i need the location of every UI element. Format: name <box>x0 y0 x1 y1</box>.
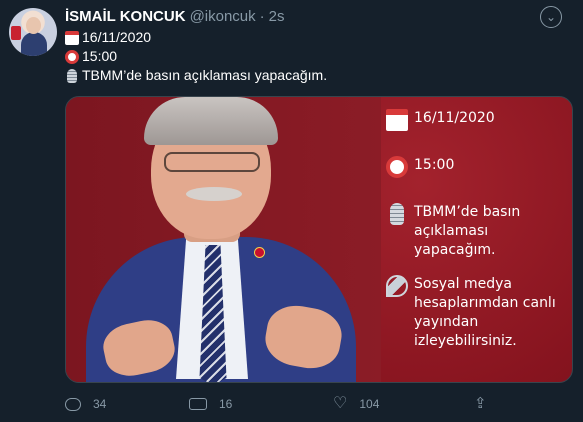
reply-button[interactable]: 34 <box>65 395 106 413</box>
retweet-count: 16 <box>219 397 233 411</box>
author-handle[interactable]: @ikoncuk <box>190 8 256 26</box>
tweet-header: İSMAİL KONCUK @ikoncuk · 2s <box>65 8 285 26</box>
media-date-text: 16/11/2020 <box>414 110 495 126</box>
tweet-card[interactable]: İSMAİL KONCUK @ikoncuk · 2s ⌄ 16/11/2020… <box>0 0 583 422</box>
separator-dot: · <box>259 8 265 25</box>
share-icon: ⇪ <box>474 395 487 412</box>
media-stream-text: Sosyal medya hesaplarımdan canlı yayında… <box>414 276 556 349</box>
microphone-icon <box>67 68 77 83</box>
speaker-glasses <box>164 152 260 172</box>
flag-icon <box>11 26 21 40</box>
avatar-head <box>26 17 41 34</box>
media-time-text: 15:00 <box>414 157 455 173</box>
speaker-hair <box>144 97 278 145</box>
tweet-text: 16/11/2020 15:00 TBMM’de basın açıklamas… <box>65 28 327 85</box>
alarm-clock-icon <box>386 156 408 178</box>
author-display-name[interactable]: İSMAİL KONCUK <box>65 8 186 26</box>
alarm-clock-icon <box>65 49 79 64</box>
tweet-actions: 34 16 ♡ 104 ⇪ <box>65 395 495 413</box>
tweet-line-time: 15:00 <box>65 47 327 66</box>
tweet-time-text: 15:00 <box>82 48 118 64</box>
tweet-line-message: TBMM’de basın açıklaması yapacağım. <box>65 66 327 85</box>
retweet-icon <box>189 398 207 410</box>
media-announcement-list: 16/11/2020 15:00 TBMM’de basın açıklamas… <box>386 97 572 382</box>
like-count: 104 <box>359 397 380 411</box>
calendar-icon <box>386 109 408 131</box>
tweet-media[interactable]: 16/11/2020 15:00 TBMM’de basın açıklamas… <box>65 96 573 383</box>
avatar-body <box>21 32 47 56</box>
speaker-mustache <box>186 187 242 201</box>
media-stream-row: Sosyal medya hesaplarımdan canlı yayında… <box>386 275 572 351</box>
heart-icon: ♡ <box>333 395 348 412</box>
reply-icon <box>65 397 81 411</box>
media-message-row: TBMM’de basın açıklaması yapacağım. <box>386 203 572 260</box>
calendar-icon <box>65 30 79 45</box>
media-time-row: 15:00 <box>386 156 572 178</box>
avatar[interactable] <box>9 8 57 56</box>
speaker-photo <box>66 97 381 382</box>
like-button[interactable]: ♡ 104 <box>333 395 379 413</box>
chevron-down-icon[interactable]: ⌄ <box>540 6 562 28</box>
media-message-text: TBMM’de basın açıklaması yapacağım. <box>414 204 521 258</box>
reply-count: 34 <box>93 397 107 411</box>
share-button[interactable]: ⇪ <box>474 395 497 413</box>
tweet-date-text: 16/11/2020 <box>82 29 152 45</box>
tweet-message-text: TBMM’de basın açıklaması yapacağım. <box>82 67 328 83</box>
retweet-button[interactable]: 16 <box>189 395 232 413</box>
tweet-time[interactable]: 2s <box>269 8 285 26</box>
satellite-dish-icon <box>386 275 408 297</box>
lapel-pin-icon <box>254 247 265 258</box>
microphone-icon <box>390 203 404 225</box>
tweet-line-date: 16/11/2020 <box>65 28 327 47</box>
media-date-row: 16/11/2020 <box>386 109 572 131</box>
